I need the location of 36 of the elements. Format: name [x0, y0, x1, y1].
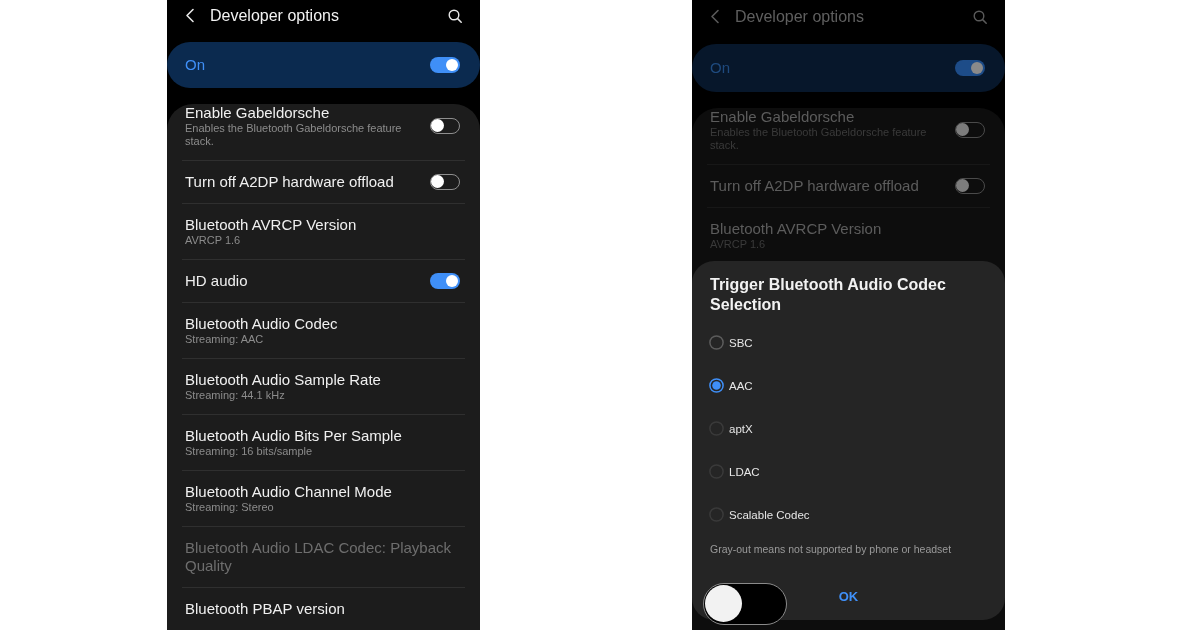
switch-label: On [710, 59, 730, 77]
floating-toggle[interactable] [703, 583, 787, 625]
screen-title: Developer options [735, 6, 865, 27]
setting-summary: Streaming: 44.1 kHz [185, 389, 286, 402]
setting-title: Bluetooth PBAP version [185, 600, 346, 618]
search-icon[interactable] [448, 8, 462, 23]
switch-label: On [185, 56, 205, 75]
setting-title: Bluetooth Audio Sample Rate [185, 371, 382, 389]
toggle-switch[interactable] [430, 57, 460, 74]
option-label[interactable]: SBC [729, 335, 753, 350]
setting-summary: Streaming: 16 bits/sample [185, 445, 314, 458]
setting-summary: Enables the Bluetooth Gabeldorsche feature stack. [185, 122, 403, 148]
setting-title: Enable Gabeldorsche [710, 108, 856, 126]
setting-title: Bluetooth AVRCP Version [185, 216, 358, 234]
setting-summary: Streaming: AAC [185, 333, 265, 346]
setting-title: Bluetooth AVRCP Version [710, 220, 883, 238]
master-switch-bar[interactable]: On [167, 42, 480, 88]
setting-title: Bluetooth Audio Bits Per Sample [185, 427, 403, 445]
setting-summary: Streaming: Stereo [185, 501, 275, 514]
setting-title: Turn off A2DP hardware offload [710, 177, 920, 195]
radio-button[interactable] [709, 378, 724, 393]
ok-button[interactable]: OK [830, 586, 867, 608]
option-label[interactable]: AAC [729, 378, 753, 393]
toggle-switch[interactable] [955, 60, 985, 76]
setting-title: Turn off A2DP hardware offload [185, 173, 395, 191]
toggle-switch[interactable] [430, 273, 460, 289]
setting-summary: AVRCP 1.6 [185, 234, 242, 247]
setting-title: HD audio [185, 272, 249, 290]
dialog-title: Trigger Bluetooth Audio Codec Selection [709, 275, 947, 315]
setting-title: Bluetooth Audio Channel Mode [185, 483, 393, 501]
setting-title: Bluetooth Audio LDAC Codec: Playback Quality [185, 539, 452, 575]
setting-title: Enable Gabeldorsche [185, 104, 331, 122]
dialog-note: Gray-out means not supported by phone or headset [709, 542, 953, 556]
setting-title: Bluetooth Audio Codec [185, 315, 339, 333]
radio-button[interactable] [709, 335, 724, 350]
screen-title: Developer options [210, 5, 340, 26]
